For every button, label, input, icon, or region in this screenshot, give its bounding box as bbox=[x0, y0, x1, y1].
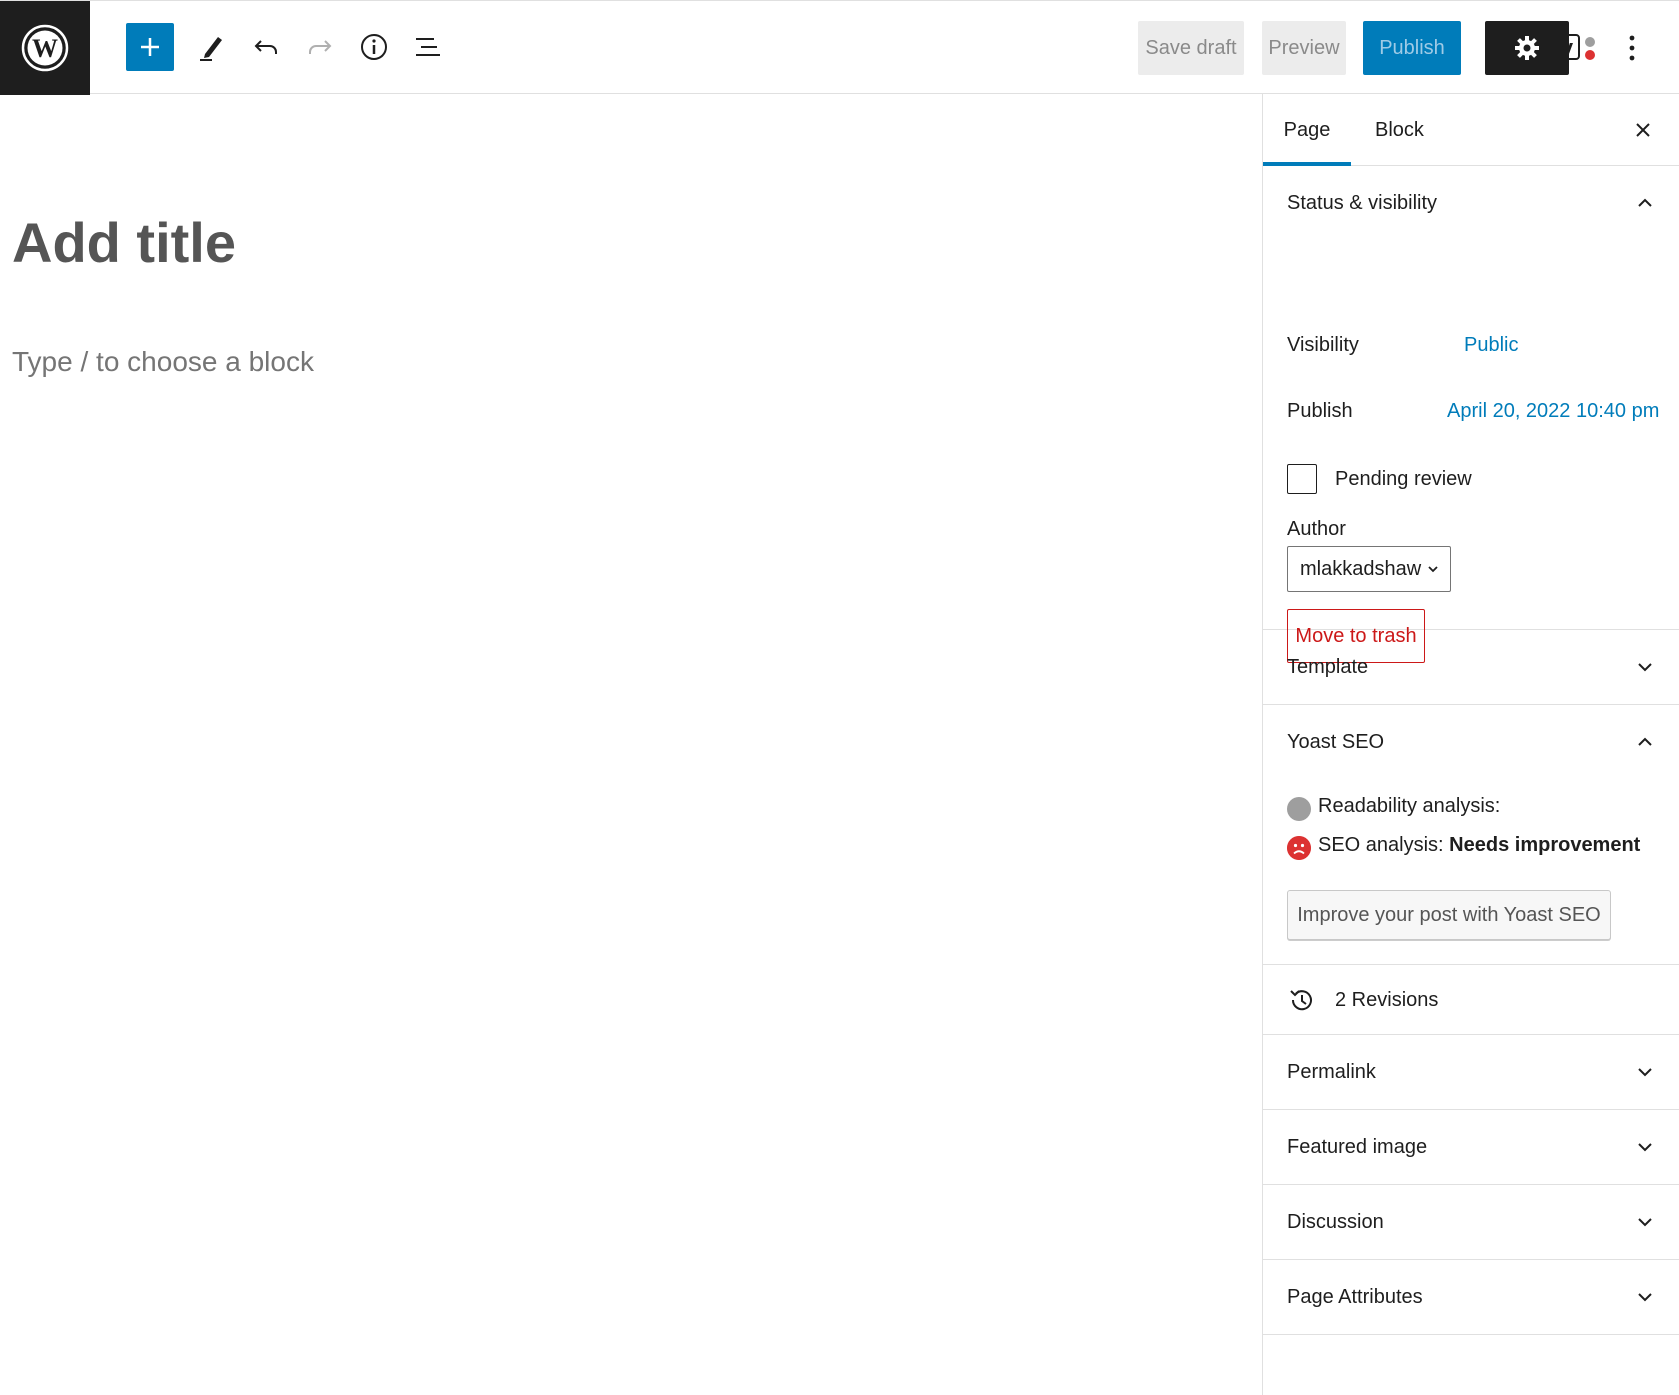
template-toggle[interactable]: Template bbox=[1263, 630, 1679, 704]
featured-image-panel: Featured image bbox=[1263, 1110, 1679, 1185]
post-title-input[interactable]: Add title bbox=[12, 210, 236, 275]
visibility-toggle[interactable]: Public bbox=[1464, 334, 1518, 357]
page-attributes-toggle[interactable]: Page Attributes bbox=[1263, 1260, 1679, 1334]
info-icon bbox=[361, 34, 387, 60]
chevron-up-icon bbox=[1638, 198, 1652, 207]
publish-date-toggle[interactable]: April 20, 2022 10:40 pm bbox=[1447, 400, 1659, 423]
close-sidebar-button[interactable] bbox=[1629, 116, 1657, 144]
undo-icon bbox=[254, 40, 277, 54]
wordpress-logo-icon: W bbox=[21, 24, 69, 72]
template-panel: Template bbox=[1263, 630, 1679, 705]
revisions-link[interactable]: 2 Revisions bbox=[1335, 989, 1438, 1012]
revisions-panel[interactable]: 2 Revisions bbox=[1263, 965, 1679, 1035]
readability-status-icon bbox=[1287, 797, 1311, 821]
permalink-toggle[interactable]: Permalink bbox=[1263, 1035, 1679, 1109]
sad-face-icon bbox=[1287, 836, 1311, 860]
sidebar-tabs: Page Block bbox=[1263, 94, 1679, 166]
undo-button[interactable] bbox=[242, 23, 290, 71]
chevron-down-icon bbox=[1638, 1293, 1652, 1302]
seo-analysis-row: SEO analysis: Needs improvement bbox=[1318, 834, 1640, 857]
publish-label: Publish bbox=[1287, 400, 1353, 422]
yoast-seo-toggle[interactable]: Yoast SEO bbox=[1263, 705, 1679, 779]
publish-button[interactable]: Publish bbox=[1363, 21, 1461, 75]
chevron-down-icon bbox=[1638, 1218, 1652, 1227]
details-button[interactable] bbox=[350, 23, 398, 71]
more-vertical-icon bbox=[1629, 35, 1635, 61]
author-select[interactable]: mlakkadshaw bbox=[1287, 546, 1451, 592]
history-icon bbox=[1290, 990, 1312, 1011]
close-icon bbox=[1636, 123, 1650, 137]
discussion-heading: Discussion bbox=[1287, 1210, 1384, 1233]
chevron-up-icon bbox=[1638, 737, 1652, 746]
wordpress-logo-button[interactable]: W bbox=[0, 1, 90, 95]
chevron-down-icon bbox=[1638, 1143, 1652, 1152]
featured-image-toggle[interactable]: Featured image bbox=[1263, 1110, 1679, 1184]
status-visibility-toggle[interactable]: Status & visibility bbox=[1263, 166, 1679, 240]
chevron-down-icon bbox=[1638, 1068, 1652, 1077]
page-attributes-heading: Page Attributes bbox=[1287, 1285, 1423, 1308]
template-heading: Template bbox=[1287, 655, 1369, 678]
yoast-seo-button[interactable]: y bbox=[1550, 25, 1602, 71]
discussion-toggle[interactable]: Discussion bbox=[1263, 1185, 1679, 1259]
visibility-label: Visibility bbox=[1287, 334, 1359, 356]
featured-image-heading: Featured image bbox=[1287, 1135, 1428, 1158]
save-draft-button[interactable]: Save draft bbox=[1138, 21, 1244, 75]
yoast-seo-panel: Yoast SEO Readability analysis: SEO anal… bbox=[1263, 705, 1679, 965]
gear-icon bbox=[1515, 36, 1539, 60]
permalink-heading: Permalink bbox=[1287, 1060, 1376, 1083]
page-attributes-panel: Page Attributes bbox=[1263, 1260, 1679, 1335]
pending-review-label[interactable]: Pending review bbox=[1335, 468, 1472, 491]
block-appender[interactable]: Type / to choose a block bbox=[12, 346, 314, 378]
tab-block[interactable]: Block bbox=[1375, 94, 1424, 166]
status-visibility-panel: Status & visibility Visibility Public Pu… bbox=[1263, 166, 1679, 663]
preview-button[interactable]: Preview bbox=[1262, 21, 1346, 75]
editor-header: W Save draft Preview Publish y bbox=[0, 0, 1679, 95]
chevron-down-icon bbox=[1638, 663, 1652, 672]
chevron-down-icon bbox=[1428, 566, 1438, 573]
permalink-panel: Permalink bbox=[1263, 1035, 1679, 1110]
status-visibility-heading: Status & visibility bbox=[1287, 191, 1438, 214]
settings-sidebar: Page Block Status & visibility Visibilit… bbox=[1262, 94, 1679, 1395]
list-view-button[interactable] bbox=[404, 23, 452, 71]
pencil-icon bbox=[200, 37, 222, 61]
seo-analysis-status: Needs improvement bbox=[1449, 834, 1641, 856]
yoast-icon: y bbox=[1554, 34, 1595, 60]
improve-yoast-button[interactable]: Improve your post with Yoast SEO bbox=[1287, 890, 1611, 940]
more-options-button[interactable] bbox=[1612, 25, 1652, 71]
add-block-button[interactable] bbox=[126, 23, 174, 71]
seo-analysis-label: SEO analysis: bbox=[1318, 834, 1444, 856]
author-label: Author bbox=[1287, 518, 1346, 540]
plus-icon bbox=[141, 38, 159, 56]
tab-page[interactable]: Page bbox=[1263, 94, 1351, 166]
svg-text:y: y bbox=[1561, 35, 1574, 60]
redo-button[interactable] bbox=[296, 23, 344, 71]
tools-button[interactable] bbox=[188, 23, 236, 71]
readability-label: Readability analysis: bbox=[1318, 795, 1501, 817]
discussion-panel: Discussion bbox=[1263, 1185, 1679, 1260]
svg-text:W: W bbox=[32, 34, 58, 63]
yoast-seo-heading: Yoast SEO bbox=[1287, 730, 1385, 753]
redo-icon bbox=[309, 40, 332, 54]
list-view-icon bbox=[416, 38, 440, 56]
pending-review-checkbox[interactable] bbox=[1287, 464, 1317, 494]
author-select-value: mlakkadshaw bbox=[1300, 557, 1422, 580]
